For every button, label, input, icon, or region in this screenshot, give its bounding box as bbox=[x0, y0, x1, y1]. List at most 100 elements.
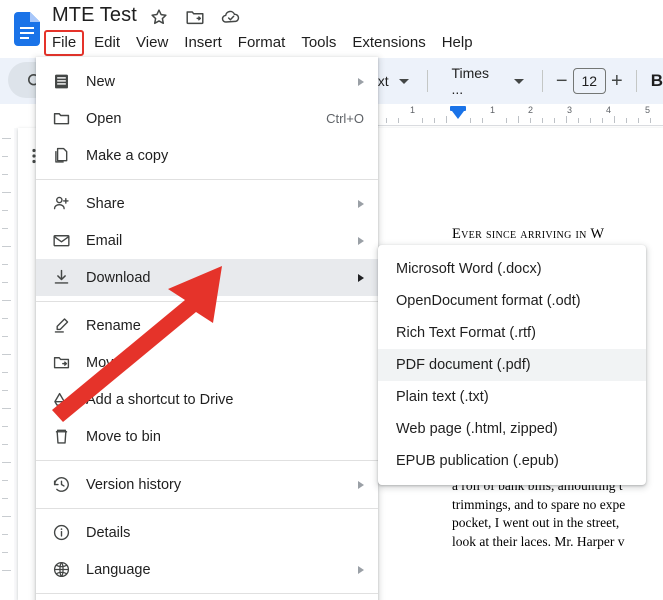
drive-shortcut-icon bbox=[50, 389, 72, 411]
email-envelope-icon bbox=[50, 230, 72, 252]
increase-font-size-button[interactable]: + bbox=[606, 71, 628, 91]
menu-label: Add a shortcut to Drive bbox=[86, 392, 364, 408]
menu-row-language[interactable]: Language bbox=[36, 551, 378, 588]
ruler-number: 1 bbox=[410, 105, 415, 115]
toolbar-divider bbox=[542, 70, 543, 92]
menu-row-move[interactable]: Move bbox=[36, 344, 378, 381]
menu-bar: File Edit View Insert Format Tools Exten… bbox=[44, 30, 481, 56]
menu-label: New bbox=[86, 74, 358, 90]
folder-icon bbox=[50, 108, 72, 130]
decrease-font-size-button[interactable]: − bbox=[551, 71, 573, 91]
document-title[interactable]: MTE Test bbox=[52, 4, 137, 27]
menu-item-view[interactable]: View bbox=[128, 31, 176, 55]
cloud-saved-icon[interactable] bbox=[220, 6, 242, 28]
toolbar-controls: ext Times ... − 12 + B bbox=[370, 58, 663, 104]
menu-separator bbox=[36, 593, 378, 594]
menu-row-add-shortcut-to-drive[interactable]: Add a shortcut to Drive bbox=[36, 381, 378, 418]
menu-label: Version history bbox=[86, 477, 358, 493]
title-bar: MTE Test File E bbox=[0, 0, 663, 58]
ruler-number: 4 bbox=[606, 105, 611, 115]
menu-row-open[interactable]: Open Ctrl+O bbox=[36, 100, 378, 137]
new-document-icon bbox=[50, 71, 72, 93]
ruler-number: 5 bbox=[645, 105, 650, 115]
star-icon[interactable] bbox=[148, 6, 170, 28]
menu-item-edit[interactable]: Edit bbox=[86, 31, 128, 55]
menu-separator bbox=[36, 179, 378, 180]
submenu-row-txt[interactable]: Plain text (.txt) bbox=[378, 381, 646, 413]
chevron-right-icon bbox=[358, 200, 364, 208]
document-line: trimmings, and to spare no expe bbox=[452, 496, 663, 515]
chevron-right-icon bbox=[358, 566, 364, 574]
file-menu-dropdown: New Open Ctrl+O Make a copy bbox=[36, 57, 378, 600]
submenu-row-rtf[interactable]: Rich Text Format (.rtf) bbox=[378, 317, 646, 349]
document-line: look at their laces. Mr. Harper v bbox=[452, 533, 663, 552]
menu-row-move-to-bin[interactable]: Move to bin bbox=[36, 418, 378, 455]
menu-separator bbox=[36, 301, 378, 302]
document-heading: Ever since arriving in W bbox=[452, 225, 663, 244]
chevron-right-icon bbox=[358, 481, 364, 489]
info-circle-icon bbox=[50, 522, 72, 544]
menu-row-details[interactable]: Details bbox=[36, 514, 378, 551]
menu-separator bbox=[36, 508, 378, 509]
chevron-right-icon bbox=[358, 237, 364, 245]
ruler-number: 3 bbox=[567, 105, 572, 115]
docs-logo-icon bbox=[14, 12, 40, 46]
submenu-row-docx[interactable]: Microsoft Word (.docx) bbox=[378, 253, 646, 285]
menu-label: Language bbox=[86, 562, 358, 578]
submenu-row-html[interactable]: Web page (.html, zipped) bbox=[378, 413, 646, 445]
font-family-value[interactable]: Times ... bbox=[451, 65, 503, 97]
toolbar-divider bbox=[427, 70, 428, 92]
chevron-right-icon bbox=[358, 78, 364, 86]
menu-item-file[interactable]: File bbox=[44, 30, 84, 56]
menu-label: Rename bbox=[86, 318, 364, 334]
title-action-icons bbox=[148, 6, 242, 28]
ruler-number: 2 bbox=[528, 105, 533, 115]
menu-row-share[interactable]: Share bbox=[36, 185, 378, 222]
menu-label: Details bbox=[86, 525, 364, 541]
menu-label: Move bbox=[86, 355, 364, 371]
move-to-folder-icon[interactable] bbox=[184, 6, 206, 28]
menu-item-insert[interactable]: Insert bbox=[176, 31, 230, 55]
horizontal-ruler[interactable]: 1 1 2 3 4 5 bbox=[370, 104, 663, 128]
menu-label: Open bbox=[86, 111, 326, 127]
indent-marker-icon[interactable] bbox=[450, 106, 466, 120]
download-icon bbox=[50, 267, 72, 289]
menu-label: Make a copy bbox=[86, 148, 364, 164]
menu-row-version-history[interactable]: Version history bbox=[36, 466, 378, 503]
globe-icon bbox=[50, 559, 72, 581]
menu-label: Download bbox=[86, 270, 358, 286]
move-folder-icon bbox=[50, 352, 72, 374]
menu-item-tools[interactable]: Tools bbox=[293, 31, 344, 55]
ruler-baseline bbox=[370, 125, 663, 126]
menu-row-rename[interactable]: Rename bbox=[36, 307, 378, 344]
share-person-add-icon bbox=[50, 193, 72, 215]
chevron-down-icon[interactable] bbox=[399, 79, 409, 84]
submenu-row-odt[interactable]: OpenDocument format (.odt) bbox=[378, 285, 646, 317]
font-size-input[interactable]: 12 bbox=[573, 68, 607, 94]
chevron-down-icon[interactable] bbox=[514, 79, 524, 84]
menu-label: Share bbox=[86, 196, 358, 212]
ruler-number: 1 bbox=[490, 105, 495, 115]
menu-row-email[interactable]: Email bbox=[36, 222, 378, 259]
google-docs-window: MTE Test File E bbox=[0, 0, 663, 600]
toolbar-divider bbox=[636, 70, 637, 92]
menu-row-download[interactable]: Download bbox=[36, 259, 378, 296]
menu-label: Move to bin bbox=[86, 429, 364, 445]
history-clock-icon bbox=[50, 474, 72, 496]
document-line: pocket, I went out in the street, bbox=[452, 514, 663, 533]
copy-icon bbox=[50, 145, 72, 167]
trash-bin-icon bbox=[50, 426, 72, 448]
menu-row-make-a-copy[interactable]: Make a copy bbox=[36, 137, 378, 174]
menu-item-help[interactable]: Help bbox=[434, 31, 481, 55]
vertical-ruler[interactable] bbox=[0, 128, 14, 600]
menu-item-extensions[interactable]: Extensions bbox=[344, 31, 433, 55]
submenu-row-epub[interactable]: EPUB publication (.epub) bbox=[378, 445, 646, 477]
menu-shortcut: Ctrl+O bbox=[326, 111, 364, 126]
submenu-row-pdf[interactable]: PDF document (.pdf) bbox=[378, 349, 646, 381]
chevron-right-icon bbox=[358, 274, 364, 282]
menu-item-format[interactable]: Format bbox=[230, 31, 294, 55]
bold-button[interactable]: B bbox=[651, 71, 663, 91]
menu-row-new[interactable]: New bbox=[36, 63, 378, 100]
rename-pencil-icon bbox=[50, 315, 72, 337]
menu-separator bbox=[36, 460, 378, 461]
